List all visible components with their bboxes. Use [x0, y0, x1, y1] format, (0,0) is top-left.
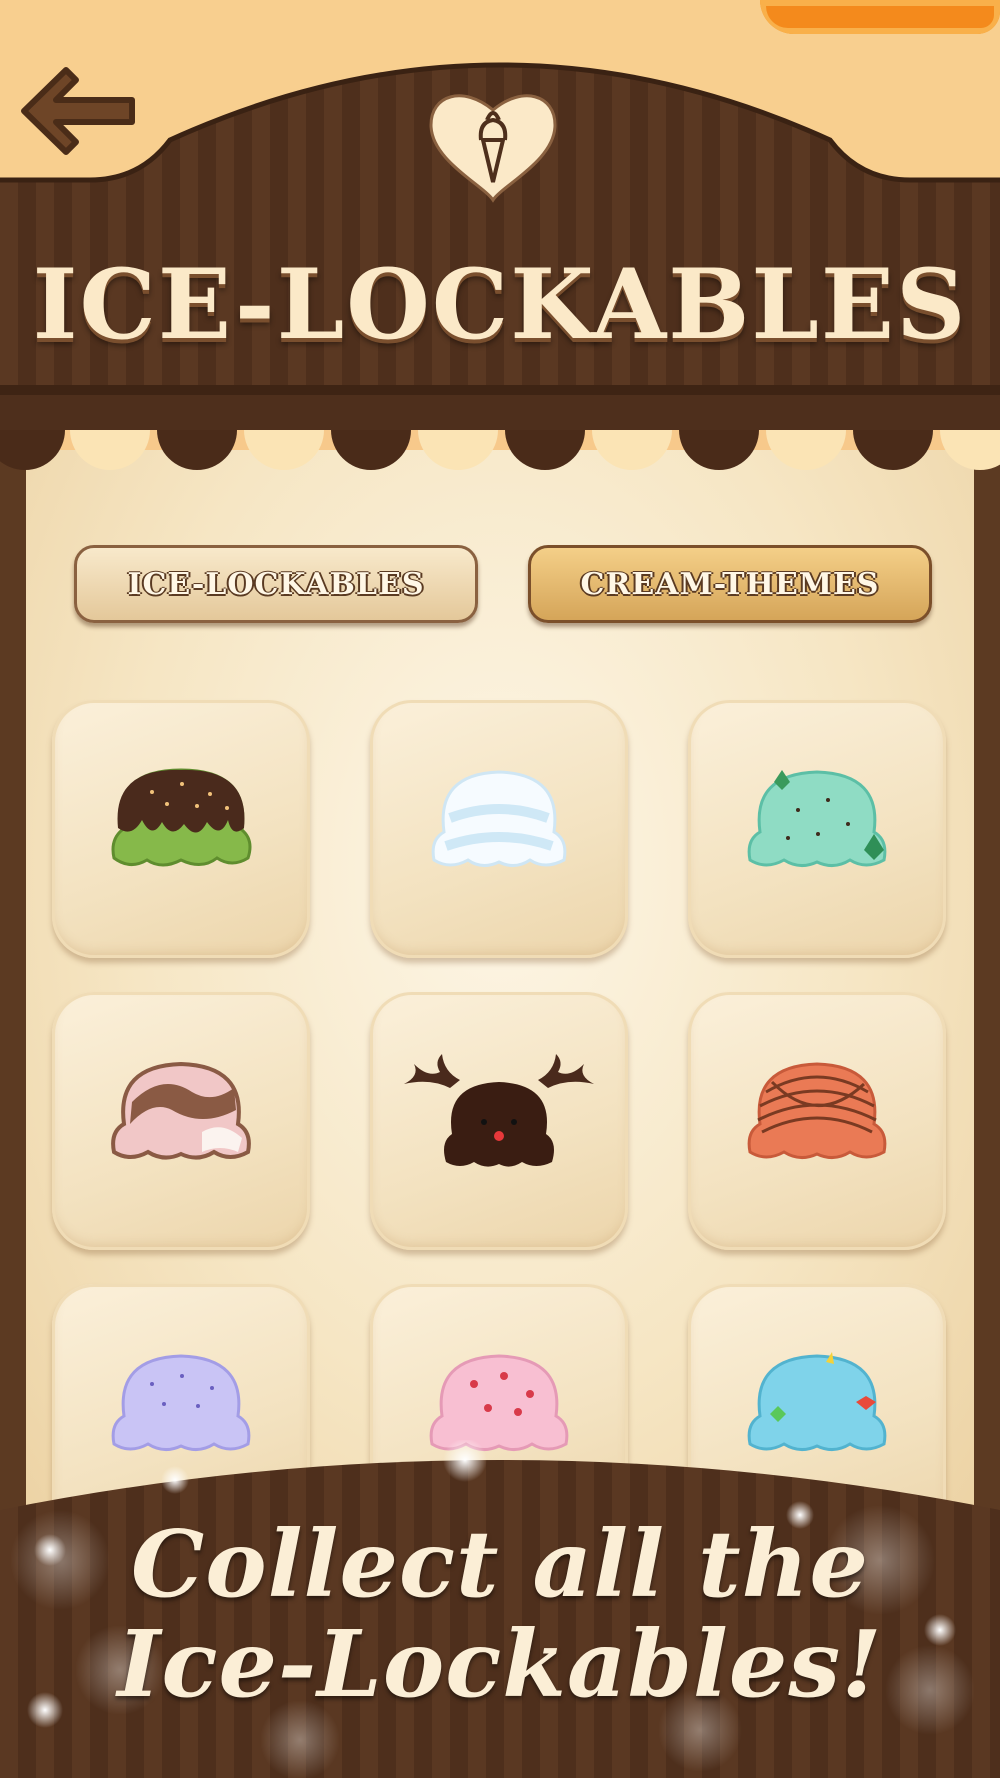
awning-scallops [0, 385, 1000, 470]
grid-item-mint-chip[interactable] [688, 700, 946, 958]
vanilla-cloud-scoop-icon [431, 770, 567, 867]
grid-item-neapolitan-swirl[interactable] [52, 992, 310, 1250]
tab-label: ICE-LOCKABLES [127, 566, 425, 602]
frame-left-post [0, 430, 26, 1530]
tab-cream-themes[interactable]: CREAM-THEMES [528, 545, 932, 623]
back-button[interactable] [14, 58, 144, 164]
caption-line-2: Ice-Lockables! [117, 1610, 883, 1718]
tab-ice-lockables[interactable]: ICE-LOCKABLES [74, 545, 478, 623]
grid-item-chocolate-matcha[interactable] [52, 700, 310, 958]
frame-right-post [974, 430, 1000, 1530]
chocolate-matcha-scoop-icon [111, 768, 252, 867]
grid-item-vanilla-cloud[interactable] [370, 700, 628, 958]
mint-chip-scoop-icon [747, 770, 887, 867]
neapolitan-swirl-scoop-icon [111, 1061, 251, 1160]
caption-line-1: Collect all the [130, 1510, 870, 1618]
grid-item-reindeer-chocolate[interactable] [370, 992, 628, 1250]
grid-item-orange-drizzle[interactable] [688, 992, 946, 1250]
orange-chocolate-drizzle-scoop-icon [747, 1062, 887, 1159]
tab-label: CREAM-THEMES [580, 566, 880, 602]
orange-cloud-decoration [760, 0, 1000, 34]
page-title: ICE-LOCKABLES [32, 248, 968, 361]
reindeer-chocolate-scoop-icon [404, 1054, 594, 1167]
back-arrow-icon [21, 67, 135, 155]
